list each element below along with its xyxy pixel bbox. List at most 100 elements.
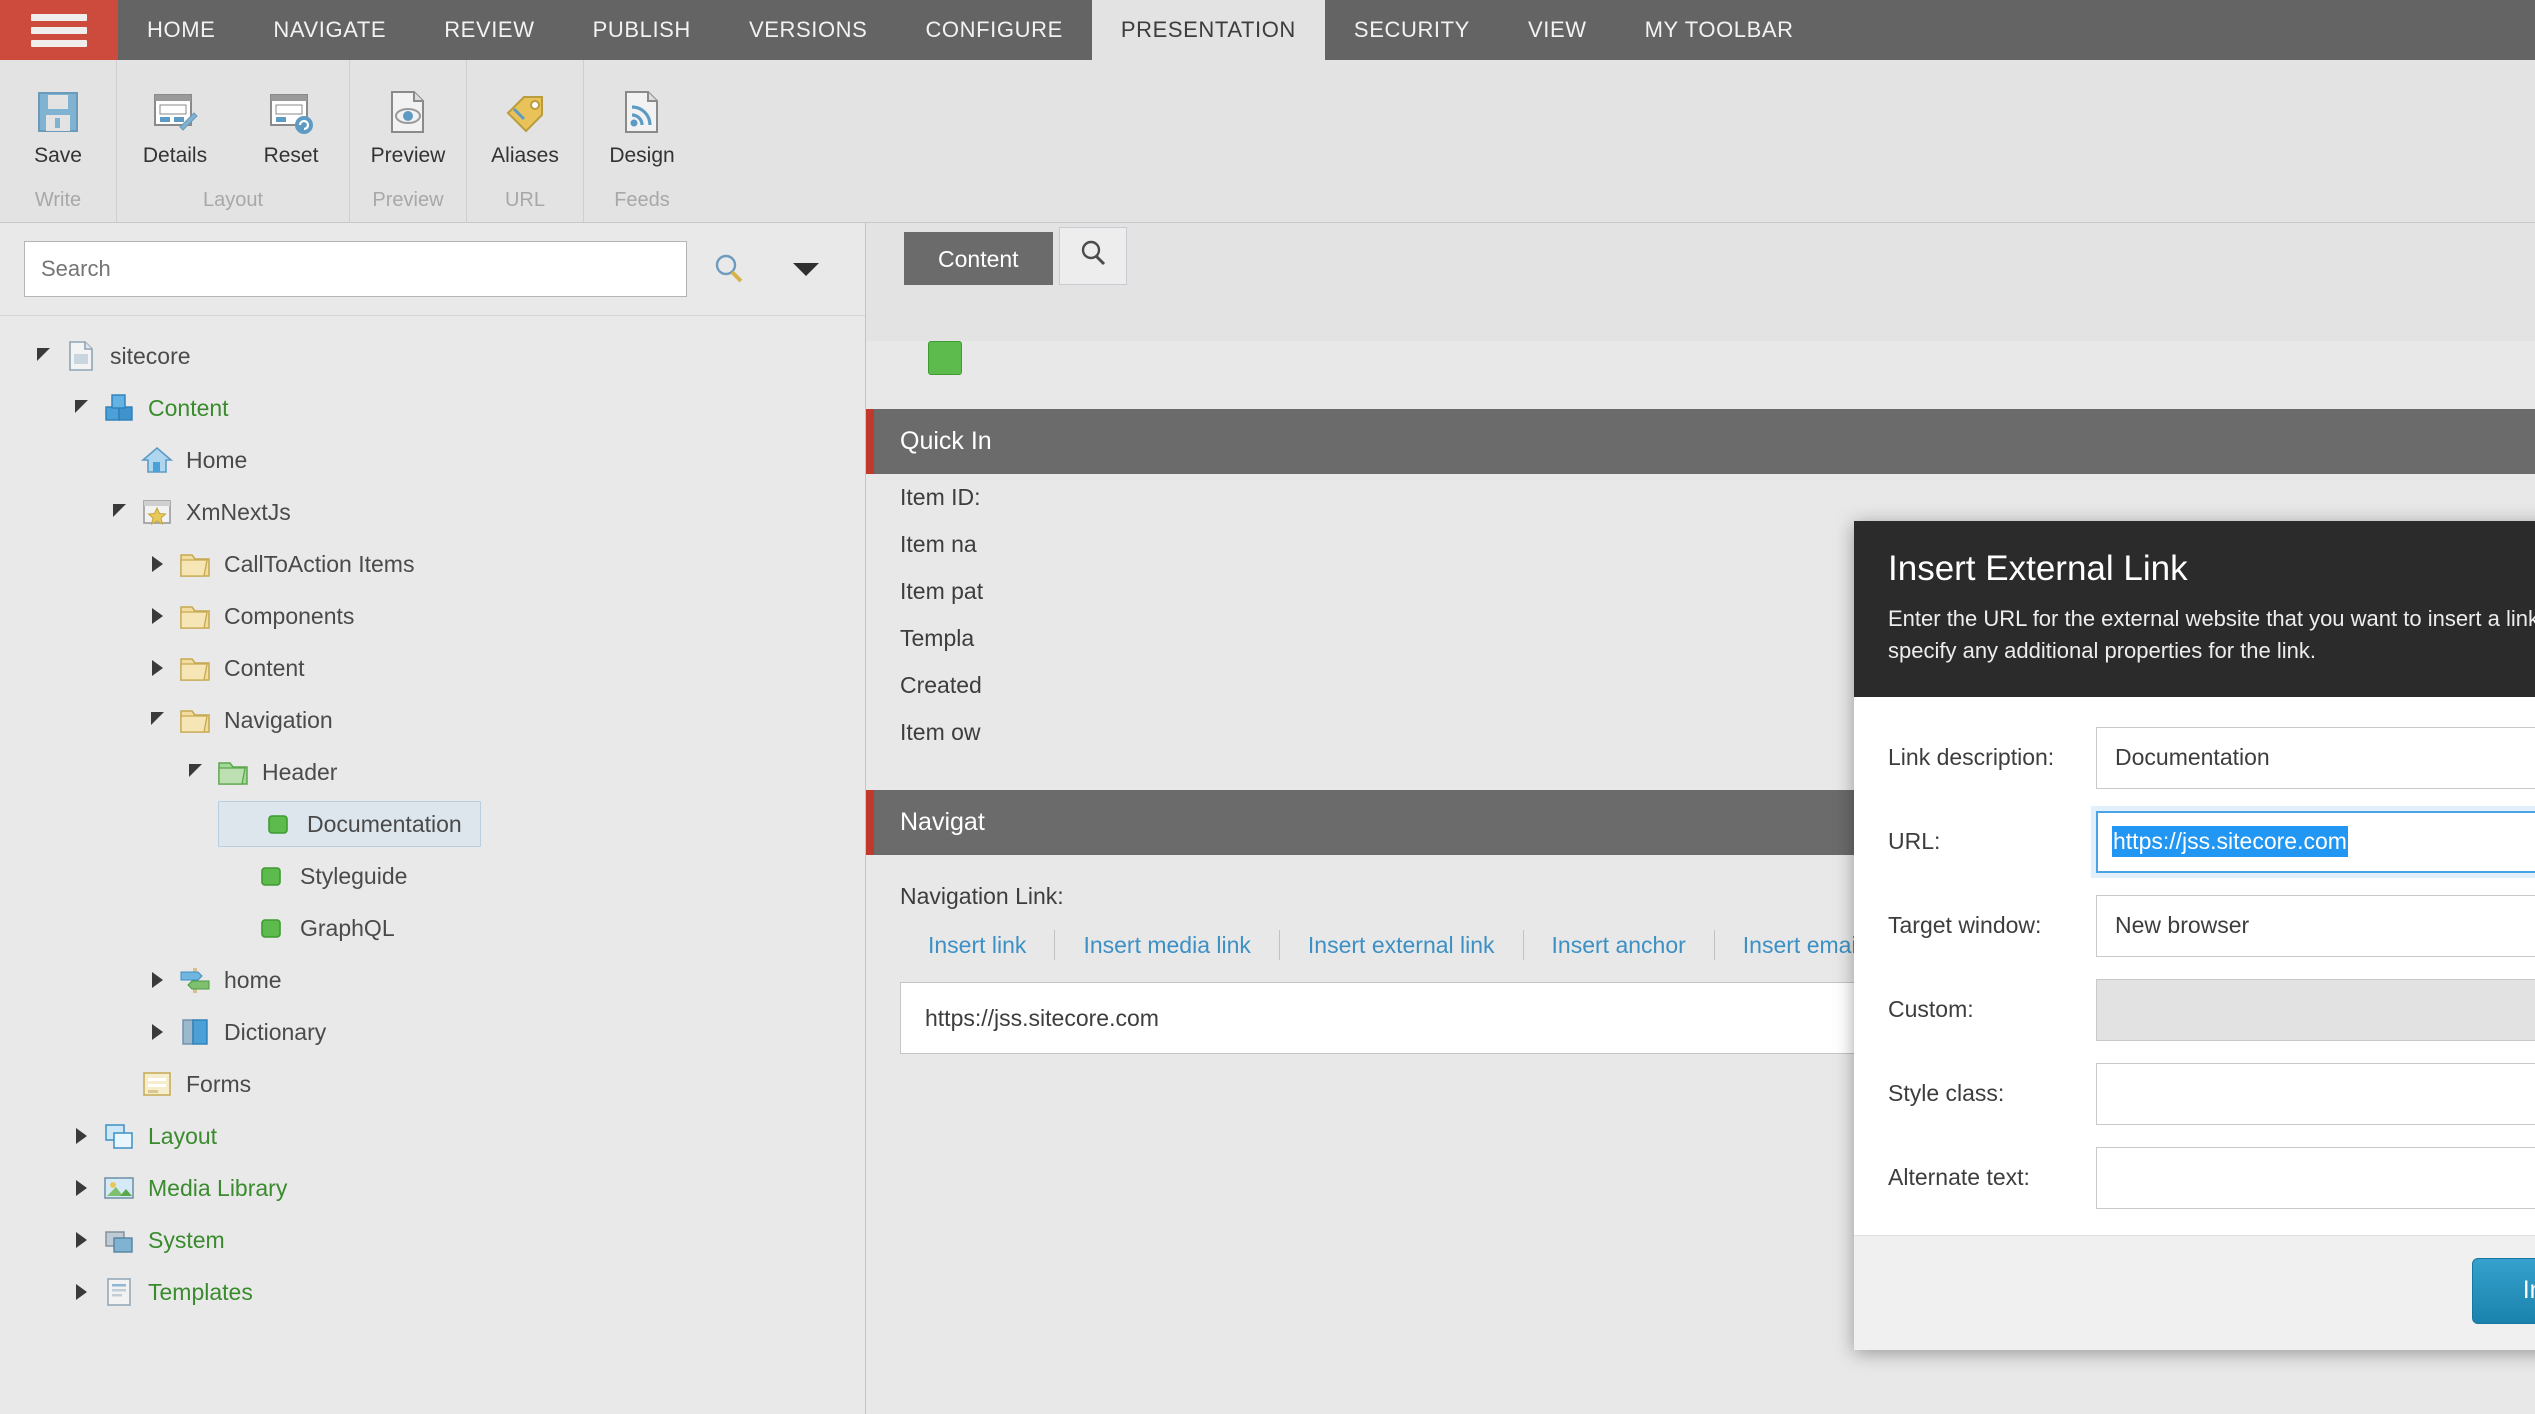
tree-row: Home [0, 434, 865, 486]
tree-item-templates[interactable]: Templates [66, 1266, 253, 1318]
tree-item-components[interactable]: Components [142, 590, 354, 642]
ribbon-button-preview[interactable]: Preview [350, 72, 466, 183]
expand-arrow-icon[interactable] [142, 1017, 172, 1047]
collapse-arrow-icon[interactable] [104, 497, 134, 527]
tree-item-label: Styleguide [300, 862, 408, 889]
tree-item-label: home [224, 966, 282, 993]
tree-item-label: Media Library [148, 1174, 288, 1201]
layout-reset-icon [265, 86, 317, 138]
magnifier-search-icon[interactable] [705, 245, 753, 293]
tree-item-documentation[interactable]: Documentation [218, 801, 481, 847]
menu-item-home[interactable]: HOME [118, 0, 244, 60]
ribbon-button-design[interactable]: Design [584, 72, 700, 183]
menu-item-versions[interactable]: VERSIONS [720, 0, 897, 60]
menu-item-publish[interactable]: PUBLISH [564, 0, 720, 60]
expand-arrow-icon[interactable] [142, 549, 172, 579]
tree-item-forms[interactable]: Forms [104, 1058, 251, 1110]
hamburger-menu-icon[interactable] [0, 0, 118, 60]
folder-icon [178, 599, 212, 633]
target-window-select[interactable]: New browser ⌄ [2096, 894, 2535, 957]
expand-arrow-icon[interactable] [142, 653, 172, 683]
green-item-icon [254, 859, 288, 893]
ribbon-group-title: Write [34, 189, 82, 211]
collapse-arrow-icon[interactable] [66, 393, 96, 423]
quick-info-section-header[interactable]: Quick In [866, 409, 2535, 474]
tree-item-media-library[interactable]: Media Library [66, 1162, 287, 1214]
page-preview-eye-icon [382, 86, 434, 138]
tree-row: Styleguide [0, 850, 865, 902]
collapse-arrow-icon[interactable] [180, 757, 210, 787]
tree-item-content[interactable]: Content [66, 382, 229, 434]
ribbon-button-label: Design [609, 144, 675, 167]
tree-item-styleguide[interactable]: Styleguide [218, 850, 407, 902]
folder-icon [178, 651, 212, 685]
menu-item-view[interactable]: VIEW [1499, 0, 1616, 60]
tree-item-home[interactable]: home [142, 954, 282, 1006]
link-action-insert-media-link[interactable]: Insert media link [1055, 932, 1278, 959]
tree-item-system[interactable]: System [66, 1214, 225, 1266]
tree-row: Forms [0, 1058, 865, 1110]
menu-item-review[interactable]: REVIEW [415, 0, 563, 60]
tree-item-header[interactable]: Header [180, 746, 337, 798]
ribbon-button-details[interactable]: Details [117, 72, 233, 183]
menu-items: HOME NAVIGATE REVIEW PUBLISH VERSIONS CONFIGU… [118, 0, 1823, 60]
link-action-insert-external-link[interactable]: Insert external link [1280, 932, 1523, 959]
alternate-text-input[interactable] [2096, 1146, 2535, 1209]
style-class-input[interactable] [2096, 1062, 2535, 1125]
tree-item-sitecore[interactable]: sitecore [28, 330, 191, 382]
expand-arrow-icon[interactable] [66, 1225, 96, 1255]
tree-item-calltoaction-items[interactable]: CallToAction Items [142, 538, 414, 590]
search-row [0, 223, 865, 315]
link-description-input[interactable] [2096, 726, 2535, 789]
menu-item-navigate[interactable]: NAVIGATE [244, 0, 415, 60]
url-input[interactable]: https://jss.sitecore.com [2096, 810, 2535, 873]
expand-arrow-icon[interactable] [66, 1121, 96, 1151]
field-custom-row: Custom: [1888, 978, 2535, 1041]
menu-item-my-toolbar[interactable]: MY TOOLBAR [1616, 0, 1823, 60]
chevron-down-icon[interactable] [771, 245, 841, 293]
tree-item-dictionary[interactable]: Dictionary [142, 1006, 326, 1058]
search-input[interactable] [24, 241, 687, 297]
menu-item-configure[interactable]: CONFIGURE [896, 0, 1091, 60]
ribbon-button-label: Details [142, 144, 208, 167]
main-area: sitecore Content Home XmNextJs CallToAction … [0, 223, 2535, 1414]
link-action-insert-link[interactable]: Insert link [900, 932, 1054, 959]
quick-info-title: Quick In [900, 427, 992, 455]
tab-search-icon[interactable] [1058, 227, 1127, 285]
tree-item-navigation[interactable]: Navigation [142, 694, 333, 746]
folder-icon [178, 703, 212, 737]
ribbon-button-reset[interactable]: Reset [233, 72, 349, 183]
ribbon-button-aliases[interactable]: Aliases [467, 72, 583, 183]
home-house-icon [140, 443, 174, 477]
tree-item-label: Navigation [224, 706, 333, 733]
ribbon-button-save[interactable]: Save [0, 72, 116, 183]
ribbon-toolbar: Save Write Details Reset Layout Preview Previe… [0, 60, 2535, 223]
ribbon-group-buttons: Save [0, 72, 116, 183]
field-url-row: URL: https://jss.sitecore.com Test [1888, 810, 2535, 873]
collapse-arrow-icon[interactable] [28, 341, 58, 371]
collapse-arrow-icon[interactable] [142, 705, 172, 735]
expand-arrow-icon[interactable] [142, 601, 172, 631]
tree-item-label: Content [224, 654, 305, 681]
top-menu-bar: HOME NAVIGATE REVIEW PUBLISH VERSIONS CONFIGU… [0, 0, 2535, 60]
tree-item-graphql[interactable]: GraphQL [218, 902, 395, 954]
folder-green-icon [216, 755, 250, 789]
quick-info-label: Item ow [900, 719, 981, 745]
expand-arrow-icon[interactable] [142, 965, 172, 995]
menu-item-security[interactable]: SECURITY [1325, 0, 1499, 60]
expand-arrow-icon[interactable] [66, 1173, 96, 1203]
tree-item-xmnextjs[interactable]: XmNextJs [104, 486, 291, 538]
tree-item-home[interactable]: Home [104, 434, 247, 486]
section-accent-bar [866, 409, 874, 474]
aliases-tag-icon [499, 86, 551, 138]
url-selected-text: https://jss.sitecore.com [2112, 826, 2348, 858]
link-action-insert-anchor[interactable]: Insert anchor [1524, 932, 1714, 959]
tree-item-layout[interactable]: Layout [66, 1110, 217, 1162]
url-input-group: https://jss.sitecore.com Test [2096, 810, 2535, 873]
expand-arrow-icon[interactable] [66, 1277, 96, 1307]
menu-item-presentation[interactable]: PRESENTATION [1091, 0, 1325, 60]
insert-button[interactable]: Insert [2472, 1257, 2535, 1324]
tree-item-content[interactable]: Content [142, 642, 305, 694]
tab-content[interactable]: Content [904, 232, 1053, 285]
ribbon-button-label: Preview [370, 144, 446, 167]
